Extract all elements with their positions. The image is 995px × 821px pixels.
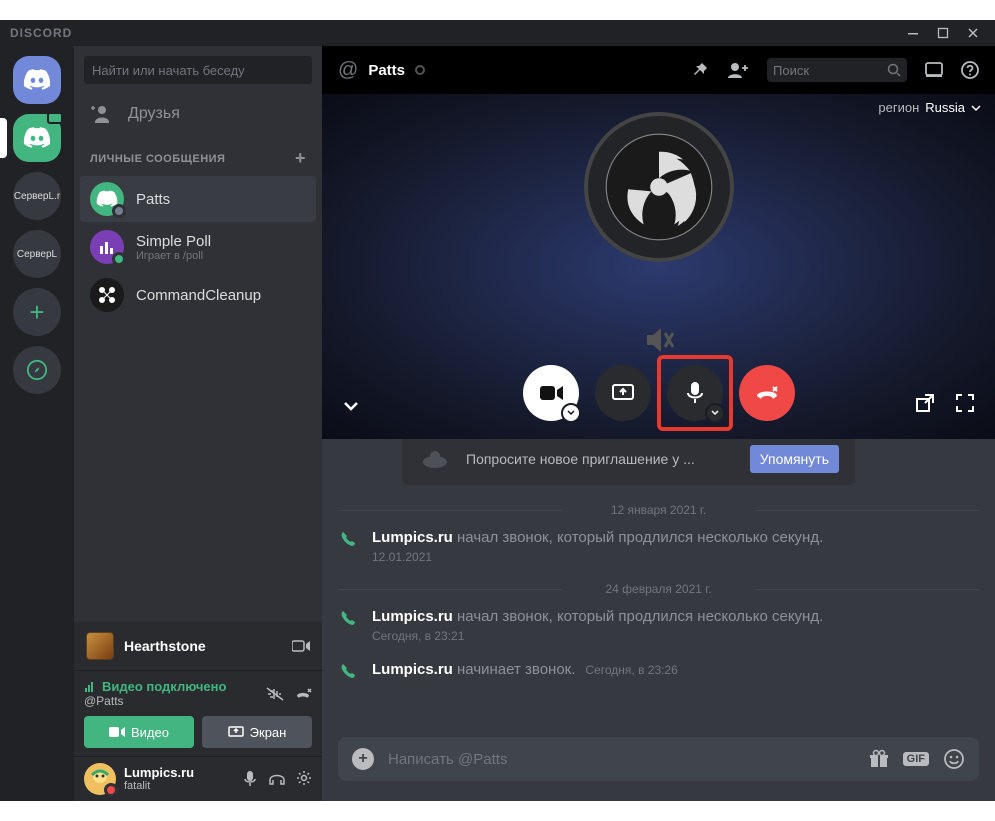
popout-icon[interactable] <box>915 393 935 413</box>
window-controls <box>907 27 985 39</box>
camera-chevron-icon[interactable] <box>561 403 581 423</box>
app-window: DISCORD СерверL.r СерверL + Найти и <box>0 20 995 801</box>
minimize-icon[interactable] <box>907 27 919 39</box>
explore-button[interactable] <box>13 346 61 394</box>
collapse-call-icon[interactable] <box>342 399 360 413</box>
deafen-icon[interactable] <box>268 770 286 788</box>
status-indicator <box>415 65 425 75</box>
hangup-button[interactable] <box>739 365 795 421</box>
close-icon[interactable] <box>967 27 979 39</box>
settings-icon[interactable] <box>296 770 312 788</box>
message-list[interactable]: 12 января 2021 г. Lumpics.ru начал звоно… <box>322 485 995 737</box>
message-input[interactable]: + Написать @Patts GIF <box>338 737 979 781</box>
game-icon <box>86 632 114 660</box>
channel-header: @ Patts Поиск <box>322 46 995 94</box>
dm-item-simplepoll[interactable]: Simple Poll Играет в /poll <box>80 224 316 270</box>
video-button[interactable]: Видео <box>84 716 194 748</box>
gift-icon[interactable] <box>869 749 889 769</box>
new-dm-icon[interactable]: + <box>295 148 306 169</box>
user-panel: Lumpics.ru fatalit <box>74 756 322 801</box>
mic-chevron-icon[interactable] <box>705 403 725 423</box>
dm-item-commandcleanup[interactable]: CommandCleanup <box>80 272 316 318</box>
titlebar: DISCORD <box>0 20 995 46</box>
date-divider: 12 января 2021 г. <box>338 503 979 517</box>
fullscreen-icon[interactable] <box>955 393 975 413</box>
user-avatar[interactable] <box>84 763 116 795</box>
app-name: DISCORD <box>10 26 72 40</box>
call-icon <box>338 608 358 628</box>
muted-indicator-icon <box>641 325 677 355</box>
video-call-area: регион Russia <box>322 94 995 439</box>
stream-icon[interactable] <box>292 639 310 653</box>
screenshare-call-button[interactable] <box>595 365 651 421</box>
server-active[interactable] <box>13 114 61 162</box>
call-icon <box>338 661 358 681</box>
call-message: Lumpics.ru начинает звонок.Сегодня, в 23… <box>338 659 979 681</box>
mention-button[interactable]: Упомянуть <box>750 445 839 473</box>
friends-tab[interactable]: Друзья <box>74 94 322 134</box>
call-region[interactable]: регион Russia <box>878 100 981 115</box>
noise-suppress-icon[interactable] <box>266 686 284 702</box>
date-divider: 24 февраля 2021 г. <box>338 582 979 596</box>
call-avatar <box>584 112 734 262</box>
attach-icon[interactable]: + <box>352 748 374 770</box>
server-item-2[interactable]: СерверL <box>13 230 61 278</box>
voice-panel: Видео подключено @Patts Видео <box>74 670 322 756</box>
dm-item-patts[interactable]: Patts <box>80 176 316 222</box>
mute-icon[interactable] <box>242 770 258 788</box>
server-list: СерверL.r СерверL + <box>0 46 74 801</box>
call-message: Lumpics.ru начал звонок, который продлил… <box>338 527 979 564</box>
call-controls <box>523 365 795 421</box>
camera-button[interactable] <box>523 365 579 421</box>
quick-search[interactable]: Найти или начать беседу <box>84 56 312 84</box>
add-friend-icon[interactable] <box>727 61 749 79</box>
game-activity-panel: Hearthstone <box>74 622 322 670</box>
pin-icon[interactable] <box>691 61 709 79</box>
main-area: @ Patts Поиск регион Russia <box>322 46 995 801</box>
inbox-icon[interactable] <box>925 62 943 78</box>
invite-icon <box>418 448 452 470</box>
call-message: Lumpics.ru начал звонок, который продлил… <box>338 606 979 643</box>
voice-status-label: Видео подключено <box>84 679 226 694</box>
emoji-icon[interactable] <box>943 748 965 770</box>
server-item-1[interactable]: СерверL.r <box>13 172 61 220</box>
dm-sidebar: Найти или начать беседу Друзья ЛИЧНЫЕ СО… <box>74 46 322 801</box>
dm-section-header: ЛИЧНЫЕ СООБЩЕНИЯ + <box>74 134 322 175</box>
screen-share-button[interactable]: Экран <box>202 716 312 748</box>
add-server-button[interactable]: + <box>13 288 61 336</box>
disconnect-icon[interactable] <box>294 686 312 702</box>
gif-icon[interactable]: GIF <box>903 752 929 766</box>
at-icon: @ <box>338 59 358 82</box>
friends-label: Друзья <box>128 105 180 123</box>
mic-button[interactable] <box>667 365 723 421</box>
maximize-icon[interactable] <box>937 27 949 39</box>
header-search[interactable]: Поиск <box>767 58 907 82</box>
help-icon[interactable] <box>961 61 979 79</box>
home-button[interactable] <box>13 56 61 104</box>
invite-banner: Попросите новое приглашение у ... Упомян… <box>402 433 855 485</box>
call-icon <box>338 529 358 549</box>
